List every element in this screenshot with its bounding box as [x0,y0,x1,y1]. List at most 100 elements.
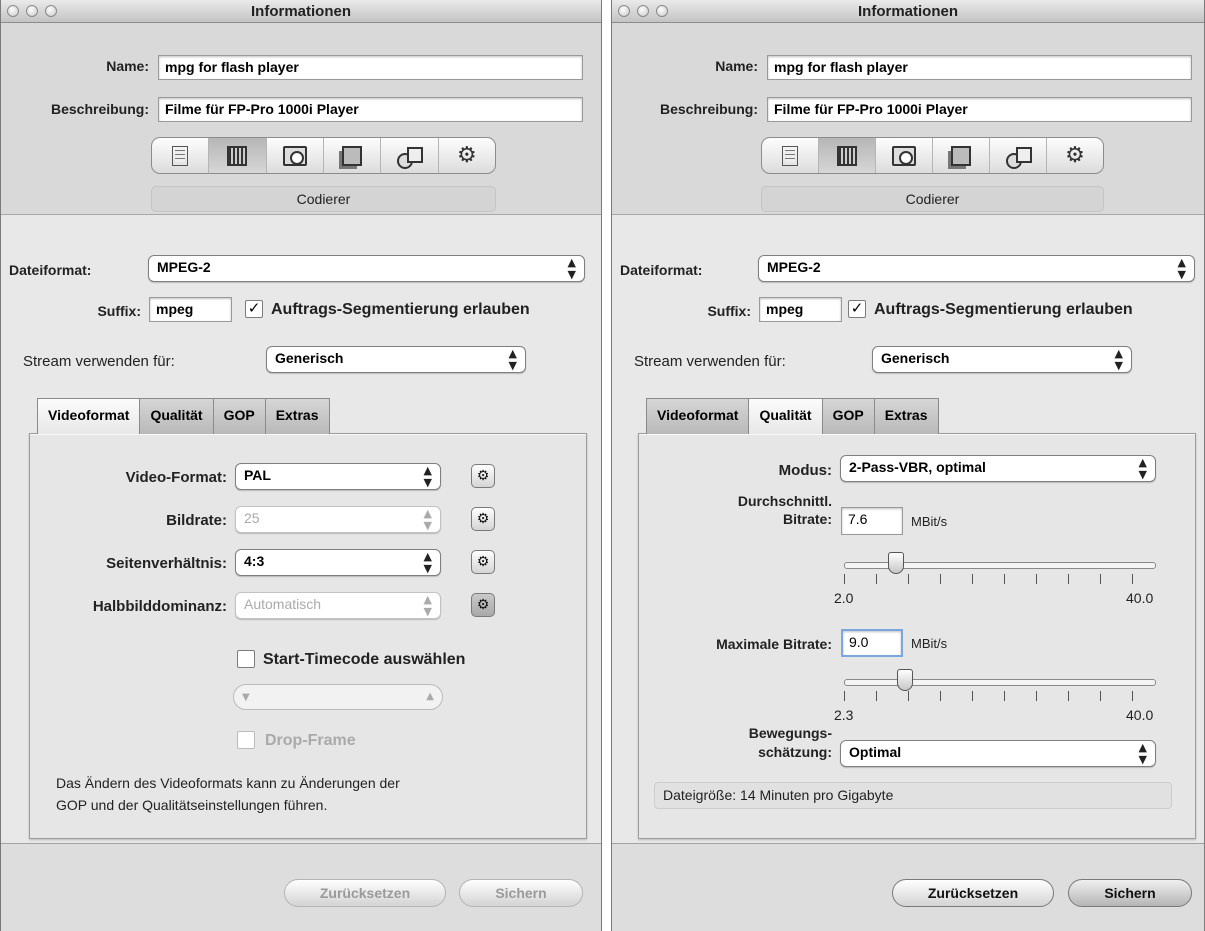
video-format-gear-button[interactable]: ⚙ [471,464,495,488]
aspect-ratio-label: Seitenverhältnis: [106,555,227,572]
name-label: Name: [715,58,758,74]
suffix-field[interactable]: mpeg [149,297,232,322]
frame-controls-pane-button[interactable] [876,138,933,173]
videoformat-note-line2: GOP und der Qualitätseinstellungen führe… [56,797,328,813]
frame-rate-gear-button[interactable]: ⚙ [471,507,495,531]
geometry-pane-button[interactable] [381,138,439,173]
actions-pane-button[interactable]: ⚙ [1047,138,1103,173]
field-dominance-gear-button[interactable]: ⚙ [471,593,495,617]
max-bitrate-field[interactable]: 9.0 [841,629,903,657]
down-arrow-icon: ▼ [242,692,250,703]
encoder-pane-button[interactable] [819,138,876,173]
stream-usage-popup[interactable]: Generisch ▲ ▼ [266,346,526,373]
slider-thumb[interactable] [897,669,913,691]
info-window-videoformat: Informationen Name: mpg for flash player… [0,0,602,931]
stream-usage-label: Stream verwenden für: [634,353,786,370]
aspect-ratio-gear-button[interactable]: ⚙ [471,550,495,574]
description-field[interactable]: Filme für FP-Pro 1000i Player [158,97,583,122]
summary-pane-button[interactable] [152,138,210,173]
tab-qualitaet[interactable]: Qualität [139,398,214,434]
stack-icon [951,145,971,166]
file-format-value: MPEG-2 [767,259,821,275]
average-bitrate-label-line1: Durchschnittl. [737,493,832,509]
film-icon [227,145,248,166]
tab-videoformat[interactable]: Videoformat [646,398,750,434]
file-format-label: Dateiformat: [9,262,92,278]
popup-arrows-icon: ▲ ▼ [1114,347,1123,372]
window-title: Informationen [858,3,958,20]
tab-qualitaet[interactable]: Qualität [748,398,823,434]
field-dominance-label: Halbbilddominanz: [92,598,227,615]
filters-pane-button[interactable] [933,138,990,173]
file-format-popup[interactable]: MPEG-2 ▲ ▼ [148,255,585,282]
camera-icon [892,145,916,166]
max-bitrate-max: 40.0 [1126,707,1154,723]
average-bitrate-max: 40.0 [1126,590,1154,606]
frame-rate-popup[interactable]: 25 ▲ ▼ [235,506,441,533]
segment-checkbox[interactable]: ✓ [848,300,866,318]
aspect-ratio-value: 4:3 [244,553,265,569]
title-bar[interactable]: Informationen [1,0,601,23]
popup-arrows-icon: ▲ ▼ [567,256,576,281]
suffix-field[interactable]: mpeg [759,297,842,322]
save-button[interactable]: Sichern [459,879,583,907]
frame-controls-pane-button[interactable] [267,138,324,173]
description-field[interactable]: Filme für FP-Pro 1000i Player [767,97,1192,122]
save-button[interactable]: Sichern [1068,879,1192,907]
timecode-stepper[interactable]: ▼ ▲ [233,684,443,710]
max-bitrate-label: Maximale Bitrate: [716,636,832,652]
inspector-pane-selector: ⚙ [151,137,496,174]
summary-pane-button[interactable] [762,138,819,173]
reset-button[interactable]: Zurücksetzen [284,879,446,907]
file-format-popup[interactable]: MPEG-2 ▲ ▼ [758,255,1195,282]
camera-icon [282,145,307,166]
name-field[interactable]: mpg for flash player [158,55,583,80]
popup-arrows-icon: ▲ ▼ [423,593,432,618]
document-icon [782,145,798,166]
average-bitrate-label-line2: Bitrate: [782,511,832,527]
name-field[interactable]: mpg for flash player [767,55,1192,80]
inspector-pane-selector: ⚙ [761,137,1104,174]
popup-arrows-icon: ▲ ▼ [423,507,432,532]
encoder-pane-button[interactable] [209,138,267,173]
title-bar[interactable]: Informationen [612,0,1204,23]
motion-estimation-popup[interactable]: Optimal ▲ ▼ [840,740,1156,767]
segment-label: Auftrags-Segmentierung erlauben [271,301,530,318]
up-arrow-icon: ▲ [426,691,434,702]
tab-gop[interactable]: GOP [821,398,875,434]
file-size-info: Dateigröße: 14 Minuten pro Gigabyte [654,782,1172,809]
description-label: Beschreibung: [659,101,758,117]
motion-estimation-label-line1: Bewegungs- [748,725,832,741]
mode-popup[interactable]: 2-Pass-VBR, optimal ▲ ▼ [840,455,1156,482]
max-bitrate-slider[interactable] [844,669,1156,713]
video-format-popup[interactable]: PAL ▲ ▼ [235,463,441,490]
mode-value: 2-Pass-VBR, optimal [849,459,986,475]
reset-button[interactable]: Zurücksetzen [892,879,1054,907]
tab-videoformat[interactable]: Videoformat [37,398,141,434]
popup-arrows-icon: ▲ ▼ [1138,456,1147,481]
name-label: Name: [106,58,149,74]
settings-tabs: Videoformat Qualität GOP Extras [37,398,330,434]
slider-track [844,679,1156,686]
frame-rate-value: 25 [244,510,260,526]
pane-title: Codierer [761,186,1104,212]
shapes-icon [1004,145,1032,169]
tab-extras[interactable]: Extras [873,398,939,434]
filters-pane-button[interactable] [324,138,382,173]
drop-frame-checkbox[interactable] [237,731,255,749]
tab-extras[interactable]: Extras [264,398,330,434]
start-timecode-label: Start-Timecode auswählen [263,651,466,668]
stack-icon [342,145,363,166]
actions-pane-button[interactable]: ⚙ [439,138,495,173]
average-bitrate-slider[interactable] [844,552,1156,596]
average-bitrate-field[interactable]: 7.6 [841,507,903,535]
aspect-ratio-popup[interactable]: 4:3 ▲ ▼ [235,549,441,576]
start-timecode-checkbox[interactable] [237,650,255,668]
segment-checkbox[interactable]: ✓ [245,300,263,318]
geometry-pane-button[interactable] [990,138,1047,173]
window-title: Informationen [251,3,351,20]
tab-gop[interactable]: GOP [212,398,266,434]
stream-usage-popup[interactable]: Generisch ▲ ▼ [872,346,1132,373]
field-dominance-popup[interactable]: Automatisch ▲ ▼ [235,592,441,619]
slider-thumb[interactable] [888,552,904,574]
